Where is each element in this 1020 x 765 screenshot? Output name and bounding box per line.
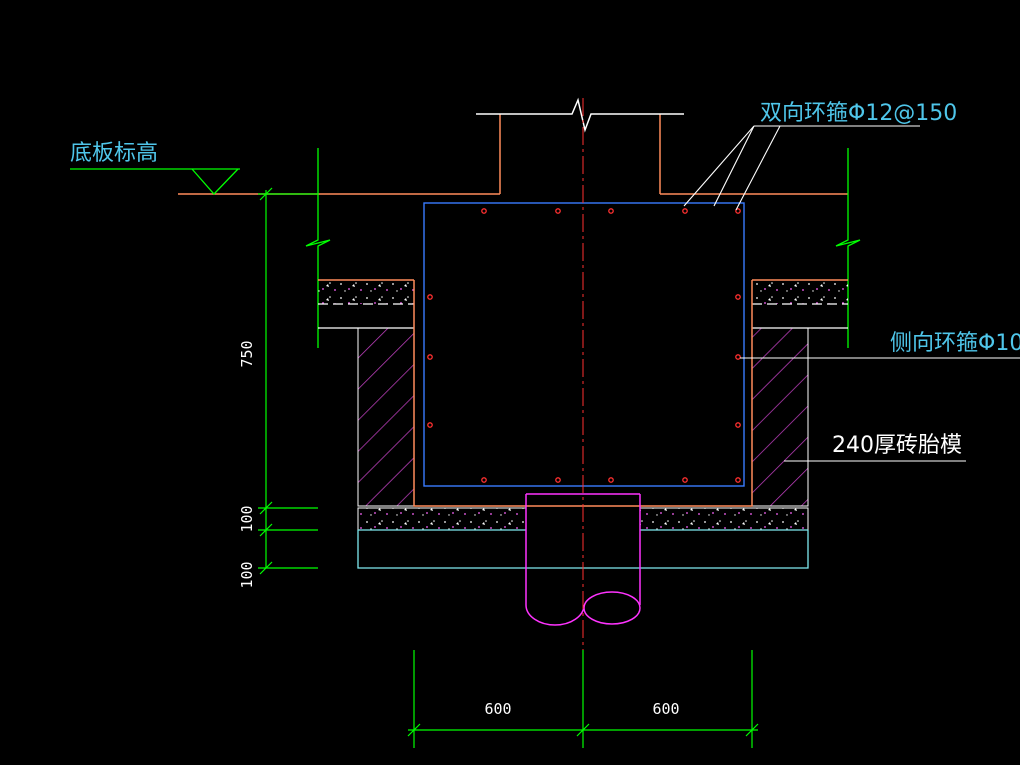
rebar-dot <box>427 422 433 428</box>
dim-height-main: 750 <box>238 340 256 367</box>
dim-height-lower-layer: 100 <box>238 561 256 588</box>
rebar-dot <box>608 208 614 214</box>
rebar-dot <box>735 477 741 483</box>
slab-top-outline <box>178 114 848 195</box>
right-break-line <box>835 148 861 348</box>
rebar-dot <box>555 477 561 483</box>
horizontal-dimension-lines <box>407 650 759 748</box>
dim-width-left: 600 <box>484 700 511 718</box>
left-cushion-layer <box>318 279 414 329</box>
two-way-stirrup-label: 双向环箍Φ12@150 <box>760 101 957 126</box>
dim-height-upper-layer: 100 <box>238 505 256 532</box>
base-elevation-label: 底板标高 <box>70 141 158 166</box>
rebar-dot <box>735 422 741 428</box>
right-brick-mold <box>751 327 809 507</box>
rebar-dot <box>555 208 561 214</box>
rebar-frame <box>423 202 745 487</box>
brick-mold-label: 240厚砖胎模 <box>832 433 962 458</box>
rebar-dot <box>427 354 433 360</box>
rebar-dot <box>427 294 433 300</box>
rebar-dot <box>682 208 688 214</box>
two-way-stirrup-leader <box>683 125 920 211</box>
rebar-dot <box>481 208 487 214</box>
rebar-dot <box>735 354 741 360</box>
rebar-dot <box>682 477 688 483</box>
dim-width-right: 600 <box>652 700 679 718</box>
side-stirrup-label: 侧向环箍Φ10@ <box>890 331 1020 356</box>
rebar-dot <box>481 477 487 483</box>
cad-drawing-canvas: 底板标高 750 100 100 600 600 双向环箍Φ12@150 侧向环… <box>0 0 1020 765</box>
left-break-line <box>305 148 331 348</box>
rebar-dot-group <box>427 208 741 483</box>
rebar-dot <box>608 477 614 483</box>
left-brick-mold <box>357 327 415 507</box>
column-break-line <box>476 97 684 133</box>
right-cushion-layer <box>752 279 848 329</box>
rebar-dot <box>735 294 741 300</box>
elevation-symbol <box>70 168 240 195</box>
